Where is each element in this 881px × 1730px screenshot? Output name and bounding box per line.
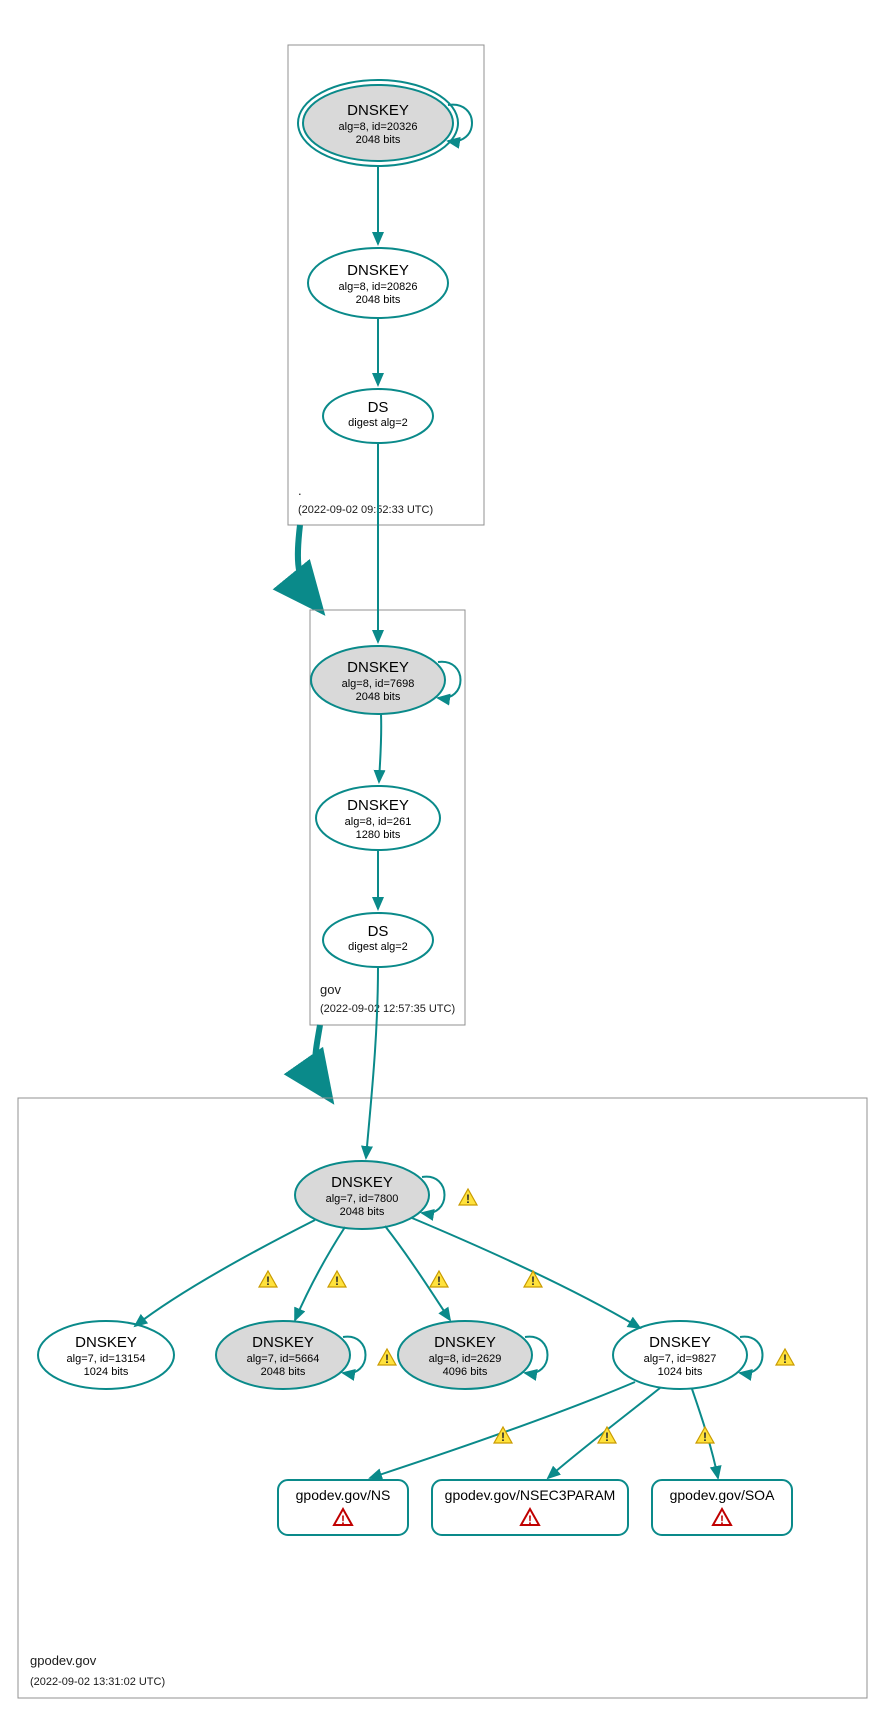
node-title: DS bbox=[368, 399, 389, 416]
warning-icon: ! bbox=[459, 1189, 477, 1206]
zone-domain-timestamp: (2022-09-02 13:31:02 UTC) bbox=[30, 1676, 165, 1688]
node-line2: 4096 bits bbox=[443, 1366, 488, 1378]
node-line2: 2048 bits bbox=[356, 691, 401, 703]
warning-icon: ! bbox=[259, 1271, 277, 1288]
svg-text:!: ! bbox=[385, 1352, 389, 1366]
node-line1: digest alg=2 bbox=[348, 417, 408, 429]
svg-text:!: ! bbox=[266, 1274, 270, 1288]
node-gov-ksk: DNSKEY alg=8, id=7698 2048 bits bbox=[311, 646, 461, 714]
svg-text:!: ! bbox=[335, 1274, 339, 1288]
node-title: DNSKEY bbox=[347, 102, 409, 119]
zone-gov-timestamp: (2022-09-02 12:57:35 UTC) bbox=[320, 1003, 455, 1015]
zone-root-label: . bbox=[298, 483, 302, 498]
node-gov-ds: DS digest alg=2 bbox=[323, 913, 433, 967]
svg-text:!: ! bbox=[341, 1513, 345, 1527]
node-title: DNSKEY bbox=[347, 797, 409, 814]
node-line1: alg=8, id=7698 bbox=[342, 678, 415, 690]
node-line1: alg=7, id=9827 bbox=[644, 1353, 717, 1365]
edge-ksk-k4 bbox=[412, 1218, 640, 1328]
node-line2: 1024 bits bbox=[658, 1366, 703, 1378]
node-line1: alg=8, id=261 bbox=[345, 816, 412, 828]
edge-zone-gov-to-domain bbox=[315, 1025, 324, 1090]
svg-text:!: ! bbox=[703, 1430, 707, 1444]
node-line2: 2048 bits bbox=[356, 294, 401, 306]
warning-icon: ! bbox=[378, 1349, 396, 1366]
node-title: DNSKEY bbox=[347, 262, 409, 279]
node-gov-zsk: DNSKEY alg=8, id=261 1280 bits bbox=[316, 786, 440, 850]
warning-icon: ! bbox=[776, 1349, 794, 1366]
warning-icon: ! bbox=[696, 1427, 714, 1444]
node-line2: 2048 bits bbox=[340, 1206, 385, 1218]
node-dom-k1: DNSKEY alg=7, id=13154 1024 bits bbox=[38, 1321, 174, 1389]
node-line2: 1024 bits bbox=[84, 1366, 129, 1378]
zone-domain-label: gpodev.gov bbox=[30, 1653, 97, 1668]
node-line2: 2048 bits bbox=[356, 134, 401, 146]
zone-gov-label: gov bbox=[320, 982, 341, 997]
dnssec-diagram: . (2022-09-02 09:52:33 UTC) DNSKEY alg=8… bbox=[0, 0, 881, 1730]
node-dom-k4: DNSKEY alg=7, id=9827 1024 bits bbox=[613, 1321, 763, 1389]
node-root-ksk: DNSKEY alg=8, id=20326 2048 bits bbox=[298, 80, 472, 166]
svg-text:!: ! bbox=[501, 1430, 505, 1444]
node-line1: alg=8, id=20326 bbox=[339, 121, 418, 133]
node-title: DNSKEY bbox=[347, 659, 409, 676]
node-title: DS bbox=[368, 923, 389, 940]
node-dom-k2: DNSKEY alg=7, id=5664 2048 bits bbox=[216, 1321, 366, 1389]
node-line1: digest alg=2 bbox=[348, 941, 408, 953]
node-line1: alg=7, id=13154 bbox=[67, 1353, 146, 1365]
edge-gov-ksk-to-zsk bbox=[379, 714, 381, 782]
warning-icon: ! bbox=[430, 1271, 448, 1288]
svg-text:!: ! bbox=[531, 1274, 535, 1288]
edge-zone-root-to-gov bbox=[298, 525, 314, 602]
node-line1: alg=7, id=7800 bbox=[326, 1193, 399, 1205]
edge-gov-ds-to-dom-ksk bbox=[366, 967, 378, 1158]
node-line2: 2048 bits bbox=[261, 1366, 306, 1378]
svg-text:!: ! bbox=[528, 1513, 532, 1527]
node-dom-k3: DNSKEY alg=8, id=2629 4096 bits bbox=[398, 1321, 548, 1389]
node-title: DNSKEY bbox=[252, 1334, 314, 1351]
warning-icon: ! bbox=[328, 1271, 346, 1288]
node-line2: 1280 bits bbox=[356, 829, 401, 841]
svg-text:!: ! bbox=[605, 1430, 609, 1444]
record-label: gpodev.gov/SOA bbox=[670, 1487, 775, 1503]
svg-text:!: ! bbox=[720, 1513, 724, 1527]
svg-text:!: ! bbox=[466, 1192, 470, 1206]
node-line1: alg=7, id=5664 bbox=[247, 1353, 320, 1365]
node-title: DNSKEY bbox=[649, 1334, 711, 1351]
zone-root-timestamp: (2022-09-02 09:52:33 UTC) bbox=[298, 504, 433, 516]
edge-ksk-k1 bbox=[135, 1220, 315, 1326]
node-title: DNSKEY bbox=[75, 1334, 137, 1351]
node-line1: alg=8, id=2629 bbox=[429, 1353, 502, 1365]
record-label: gpodev.gov/NS bbox=[296, 1487, 391, 1503]
svg-text:!: ! bbox=[783, 1352, 787, 1366]
svg-text:!: ! bbox=[437, 1274, 441, 1288]
node-title: DNSKEY bbox=[331, 1174, 393, 1191]
record-label: gpodev.gov/NSEC3PARAM bbox=[445, 1487, 616, 1503]
warning-icon: ! bbox=[524, 1271, 542, 1288]
node-title: DNSKEY bbox=[434, 1334, 496, 1351]
node-dom-ksk: DNSKEY alg=7, id=7800 2048 bits bbox=[295, 1161, 445, 1229]
node-root-ds: DS digest alg=2 bbox=[323, 389, 433, 443]
node-root-zsk: DNSKEY alg=8, id=20826 2048 bits bbox=[308, 248, 448, 318]
node-line1: alg=8, id=20826 bbox=[339, 281, 418, 293]
